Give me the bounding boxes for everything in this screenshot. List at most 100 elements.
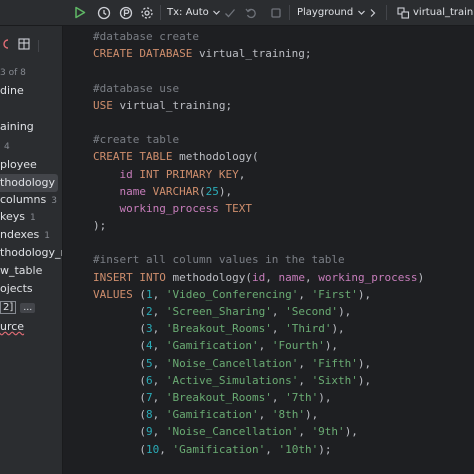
tree-item[interactable]: 4 — [4, 138, 10, 156]
sql-editor[interactable]: #database create CREATE DATABASE virtual_… — [63, 26, 474, 474]
code-token: ); — [318, 442, 332, 456]
chevron-right-icon — [370, 8, 375, 17]
rollback-button[interactable] — [244, 4, 258, 21]
code-line: id INT PRIMARY KEY, — [93, 166, 424, 183]
code-line: (6, 'Active_Simulations', 'Sixth'), — [93, 372, 424, 389]
code-token: ( — [93, 373, 146, 387]
code-line: (5, 'Noise_Cancellation', 'Fifth'), — [93, 355, 424, 372]
tree-item[interactable]: ployee — [0, 156, 37, 174]
code-token: , — [271, 390, 286, 404]
code-area[interactable]: #database create CREATE DATABASE virtual_… — [93, 28, 424, 458]
code-token: , — [152, 356, 166, 370]
code-token: , — [152, 339, 166, 353]
tree-item[interactable]: urce — [0, 318, 24, 336]
code-line: CREATE DATABASE virtual_training; — [93, 45, 424, 62]
code-token: 'Gamification' — [165, 408, 259, 422]
code-token: '9th' — [311, 425, 345, 439]
datasource-selector[interactable]: virtual_training — [397, 4, 474, 21]
code-token: ), — [338, 305, 352, 318]
code-token: CREATE TABLE — [93, 150, 180, 164]
tree-item-count: 1 — [30, 213, 36, 223]
code-token: , — [298, 356, 312, 370]
code-line: (2, 'Screen_Sharing', 'Second'), — [93, 303, 424, 320]
code-token: , — [152, 373, 166, 387]
tree-item-label: aining — [0, 120, 34, 133]
code-token: , — [258, 339, 272, 353]
stop-button[interactable] — [269, 4, 283, 21]
tree-item-label: w_table — [0, 264, 43, 277]
tree-item[interactable]: w_table — [0, 262, 42, 280]
code-token: 'Noise_Cancellation' — [165, 356, 299, 370]
code-line: name VARCHAR(25), — [93, 183, 424, 200]
code-token: 1 — [145, 287, 153, 301]
run-icon — [74, 6, 85, 19]
tree-item[interactable]: aining — [0, 118, 34, 136]
code-line: working_process TEXT — [93, 200, 424, 217]
code-token: 3 — [145, 322, 153, 336]
transaction-mode-dropdown[interactable]: Tx: Auto — [167, 4, 221, 21]
code-token: , — [265, 442, 279, 456]
console-selector[interactable]: Playground — [297, 4, 366, 21]
code-token: ( — [198, 184, 206, 198]
sidebar-separator — [38, 40, 39, 52]
toolbar-separator — [289, 5, 290, 20]
code-token: 'Video_Conferencing' — [165, 287, 299, 301]
code-token: 'Gamification' — [172, 442, 266, 456]
tree-item[interactable]: ndexes 1 — [0, 226, 50, 244]
navigate-forward-button[interactable] — [366, 4, 378, 21]
code-token: ), — [357, 356, 372, 370]
code-token: ) — [417, 270, 425, 284]
tree-item[interactable]: thodology_ne — [0, 244, 62, 262]
code-token: 'Fifth' — [311, 356, 358, 370]
profile-button[interactable] — [117, 4, 134, 21]
settings-button[interactable] — [138, 4, 155, 21]
code-token: #insert all column values in the table — [93, 253, 345, 267]
code-line: VALUES (1, 'Video_Conferencing', 'First'… — [93, 286, 424, 303]
collapse-icon[interactable] — [0, 38, 10, 50]
table-view-icon[interactable] — [18, 38, 30, 50]
code-token: , — [304, 270, 319, 284]
code-token: #database create — [93, 30, 199, 43]
code-token: virtual_training; — [198, 47, 312, 61]
tree-item[interactable]: ojects — [0, 280, 33, 298]
tree-item[interactable]: keys 1 — [0, 208, 36, 226]
code-token: USE — [93, 98, 120, 112]
commit-button[interactable] — [223, 4, 237, 21]
more-badge[interactable]: … — [20, 303, 36, 313]
console-label: Playground — [297, 7, 354, 18]
code-token: 'Noise_Cancellation' — [165, 425, 299, 439]
tree-item[interactable]: 2]… — [0, 298, 36, 316]
code-line: INSERT INTO methodology(id, name, workin… — [93, 269, 424, 286]
code-token: name — [278, 270, 305, 284]
tree-item-label: urce — [0, 320, 25, 333]
code-token: ( — [93, 339, 146, 353]
code-line: (9, 'Noise_Cancellation', '9th'), — [93, 423, 424, 440]
code-token: , — [238, 167, 246, 181]
history-icon — [97, 6, 110, 19]
tree-item-label: 4 — [4, 142, 10, 152]
code-token: working_process — [318, 270, 418, 284]
code-token: 25 — [205, 184, 219, 198]
code-token: methodology( — [172, 270, 252, 284]
tree-item[interactable]: dine — [0, 82, 24, 100]
run-button[interactable] — [71, 4, 88, 21]
code-token: VALUES — [93, 287, 140, 301]
code-token: , — [152, 305, 166, 318]
code-line: #database use — [93, 80, 424, 97]
code-token: VARCHAR — [152, 184, 199, 198]
code-token: ( — [93, 408, 146, 422]
code-token: , — [152, 287, 166, 301]
code-token: , — [265, 270, 279, 284]
tree-item-label: dine — [0, 84, 24, 97]
code-token: , — [298, 425, 312, 439]
code-line: #insert all column values in the table — [93, 251, 424, 268]
tree-item[interactable]: thodology — [0, 174, 58, 192]
tree-item[interactable]: columns 3 — [0, 191, 57, 209]
chevron-down-icon — [358, 10, 366, 15]
code-token: ( — [93, 390, 146, 404]
history-button[interactable] — [95, 4, 112, 21]
code-token: TEXT — [225, 201, 252, 215]
